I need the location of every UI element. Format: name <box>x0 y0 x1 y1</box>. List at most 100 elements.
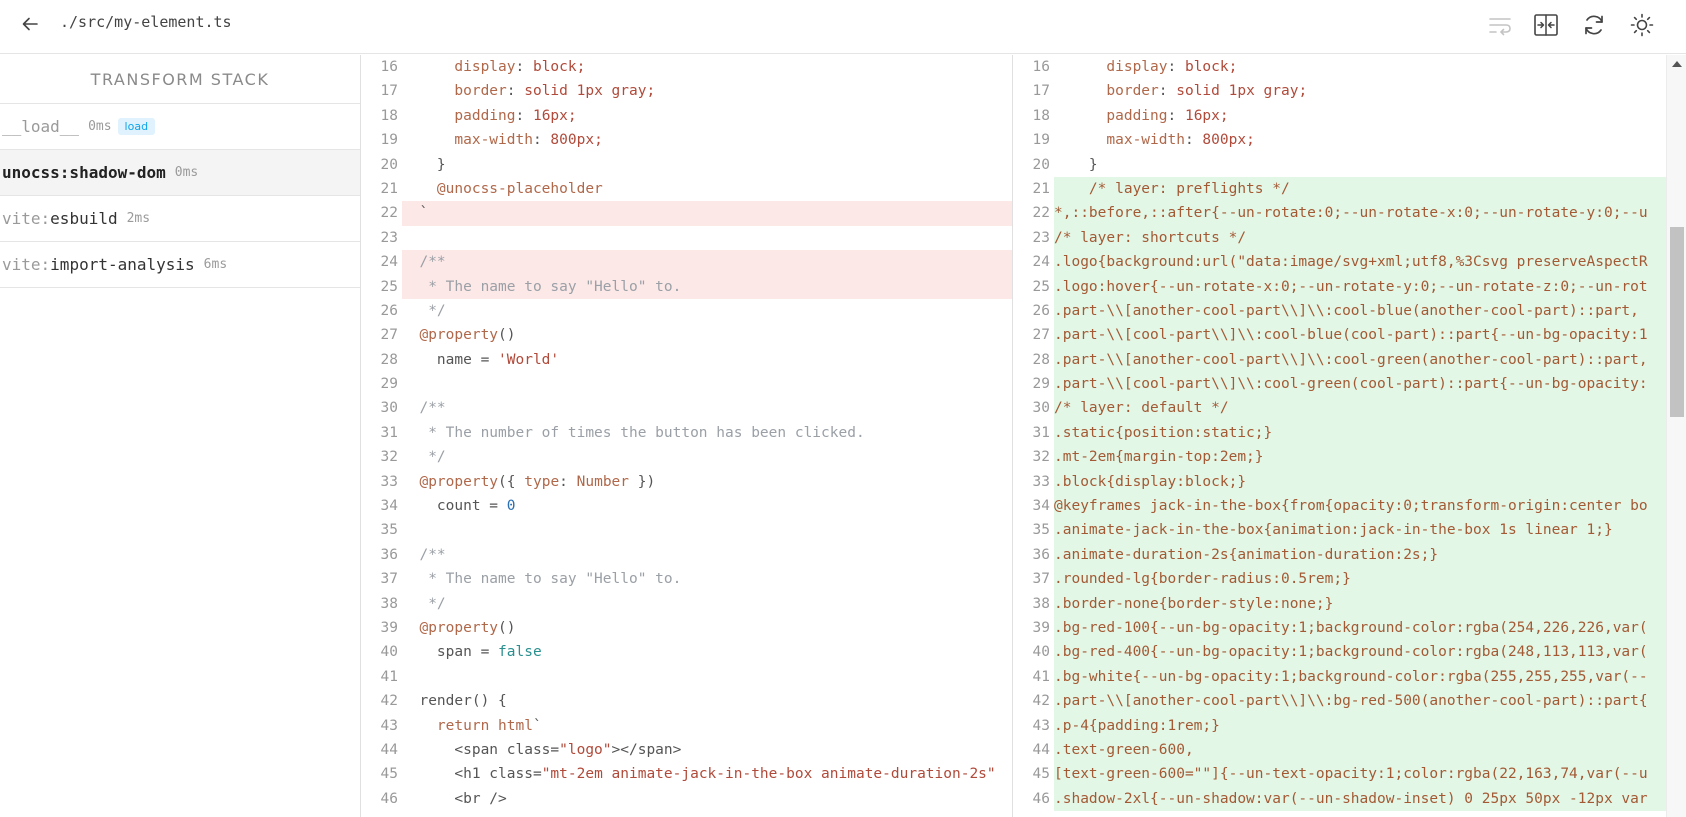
line-number: 41 <box>380 668 398 685</box>
line-number: 30 <box>380 400 398 417</box>
line-number: 16 <box>380 59 398 75</box>
code-line: 39 .bg-red-100{--un-bg-opacity:1;backgrou… <box>1014 615 1686 641</box>
code-line: 42 .part-\\[another-cool-part\\]\\:bg-red… <box>1014 689 1686 714</box>
line-code: */ <box>402 595 446 612</box>
stack-item-duration: 2ms <box>126 211 151 226</box>
code-line: 26 .part-\\[another-cool-part\\]\\:cool-b… <box>1014 298 1686 324</box>
line-code: name = 'World' <box>402 351 560 368</box>
code-line: 20 } <box>362 153 1012 177</box>
source-code-pane[interactable]: 16 display: block; 17 border: solid 1px g… <box>362 55 1013 817</box>
line-code: } <box>1054 156 1098 173</box>
stack-item-unocss-shadow-dom[interactable]: unocss:shadow-dom 0ms <box>0 150 360 196</box>
line-code: padding: 16px; <box>454 107 577 124</box>
code-line: 39 @property() <box>362 616 1012 640</box>
line-number: 22 <box>1032 205 1050 222</box>
line-number: 42 <box>380 693 398 710</box>
wrap-text-button[interactable] <box>1484 9 1516 41</box>
code-line: 37 * The name to say "Hello" to. <box>362 567 1012 591</box>
stack-item-prefix: vite: <box>2 209 51 228</box>
load-badge: load <box>117 118 156 135</box>
line-code: .border-none{border-style:none;} <box>1054 591 1686 616</box>
line-code: .rounded-lg{border-radius:0.5rem;} <box>1054 567 1686 592</box>
code-line: 41 .bg-white{--un-bg-opacity:1;background… <box>1014 664 1686 690</box>
line-code: /* layer: shortcuts */ <box>1054 225 1686 251</box>
line-number: 20 <box>1032 156 1050 173</box>
line-code: * The name to say "Hello" to. <box>402 571 682 588</box>
transformed-code-pane[interactable]: 16 display: block; 17 border: solid 1px g… <box>1014 55 1686 817</box>
line-number: 27 <box>380 327 398 344</box>
code-line: 37 .rounded-lg{border-radius:0.5rem;} <box>1014 567 1686 592</box>
code-line: 36 /** <box>362 543 1012 567</box>
sun-icon <box>1630 13 1654 37</box>
code-line: 38 .border-none{border-style:none;} <box>1014 591 1686 616</box>
line-number: 34 <box>380 498 398 515</box>
line-code: * The number of times the button has bee… <box>402 424 865 441</box>
line-code: .animate-jack-in-the-box{animation:jack-… <box>1054 518 1686 543</box>
scrollbar-thumb[interactable] <box>1670 227 1684 417</box>
line-number: 29 <box>380 376 398 393</box>
panel-title: TRANSFORM STACK <box>0 55 360 104</box>
line-code: .part-\\[cool-part\\]\\:cool-blue(cool-p… <box>1054 323 1686 348</box>
code-line: 17 border: solid 1px gray; <box>1014 79 1686 103</box>
line-number: 26 <box>1032 302 1050 319</box>
code-line: 29 <box>362 372 1012 396</box>
line-number: 31 <box>1032 424 1050 441</box>
stack-item-vite-import-analysis[interactable]: vite: import-analysis 6ms <box>0 242 360 288</box>
line-code: count = 0 <box>402 498 516 515</box>
line-number: 33 <box>380 473 398 490</box>
line-code: .p-4{padding:1rem;} <box>1054 713 1686 738</box>
line-code: @property() <box>419 619 516 636</box>
stack-item-vite-esbuild[interactable]: vite: esbuild 2ms <box>0 196 360 242</box>
stack-item-name: __load__ <box>2 117 80 136</box>
theme-toggle-button[interactable] <box>1626 9 1658 41</box>
line-code: .part-\\[another-cool-part\\]\\:cool-blu… <box>1054 298 1686 324</box>
line-number: 33 <box>1032 473 1050 490</box>
line-number: 21 <box>1032 180 1050 197</box>
line-number: 28 <box>1032 351 1050 368</box>
line-code: * The name to say "Hello" to. <box>402 274 1012 299</box>
top-bar: ./src/my-element.ts <box>0 0 1686 54</box>
code-line: 31 .static{position:static;} <box>1014 420 1686 446</box>
line-code: .part-\\[cool-part\\]\\:cool-green(cool-… <box>1054 372 1686 397</box>
line-code: max-width: 800px; <box>454 132 603 149</box>
code-line: 46 .shadow-2xl{--un-shadow:var(--un-shado… <box>1014 786 1686 812</box>
stack-item-name: esbuild <box>50 209 118 228</box>
line-number: 37 <box>1032 571 1050 588</box>
refresh-button[interactable] <box>1578 9 1610 41</box>
line-number: 24 <box>1032 254 1050 271</box>
code-line: 17 border: solid 1px gray; <box>362 79 1012 103</box>
transform-stack-panel: TRANSFORM STACK __load__ 0ms load unocss… <box>0 55 361 817</box>
line-number: 36 <box>1032 546 1050 563</box>
line-code: [text-green-600=""]{--un-text-opacity:1;… <box>1054 762 1686 787</box>
stack-item-load[interactable]: __load__ 0ms load <box>0 104 360 150</box>
line-number: 17 <box>380 83 398 100</box>
code-line: 43 .p-4{padding:1rem;} <box>1014 713 1686 738</box>
code-line: 25 .logo:hover{--un-rotate-x:0;--un-rotat… <box>1014 274 1686 299</box>
code-line: 28 .part-\\[another-cool-part\\]\\:cool-g… <box>1014 347 1686 373</box>
scroll-up-arrow-icon[interactable] <box>1672 61 1682 67</box>
line-number: 26 <box>380 302 398 319</box>
line-code: padding: 16px; <box>1106 107 1229 124</box>
line-number: 30 <box>1032 400 1050 417</box>
back-button[interactable] <box>16 10 44 38</box>
line-code: ` <box>402 201 1012 226</box>
vertical-scrollbar[interactable] <box>1666 55 1686 817</box>
line-number: 44 <box>380 741 398 758</box>
code-line: 27 .part-\\[cool-part\\]\\:cool-blue(cool… <box>1014 323 1686 348</box>
code-line: 25 * The name to say "Hello" to. <box>362 274 1012 299</box>
code-line: 28 name = 'World' <box>362 348 1012 372</box>
code-line: 32 */ <box>362 445 1012 469</box>
code-line: 36 .animate-duration-2s{animation-duratio… <box>1014 542 1686 568</box>
code-line: 44 .text-green-600, <box>1014 737 1686 763</box>
stack-item-name: unocss:shadow-dom <box>2 163 166 182</box>
code-line: 40 .bg-red-400{--un-bg-opacity:1;backgrou… <box>1014 640 1686 665</box>
code-line: 40 span = false <box>362 640 1012 664</box>
stack-item-prefix: vite: <box>2 255 51 274</box>
line-number: 39 <box>380 619 398 636</box>
code-line: 26 */ <box>362 299 1012 323</box>
line-number: 16 <box>1032 59 1050 75</box>
code-line: 44 <span class="logo"></span> <box>362 738 1012 762</box>
line-code: render() { <box>402 693 507 710</box>
line-number: 19 <box>380 132 398 149</box>
split-view-button[interactable] <box>1530 9 1562 41</box>
